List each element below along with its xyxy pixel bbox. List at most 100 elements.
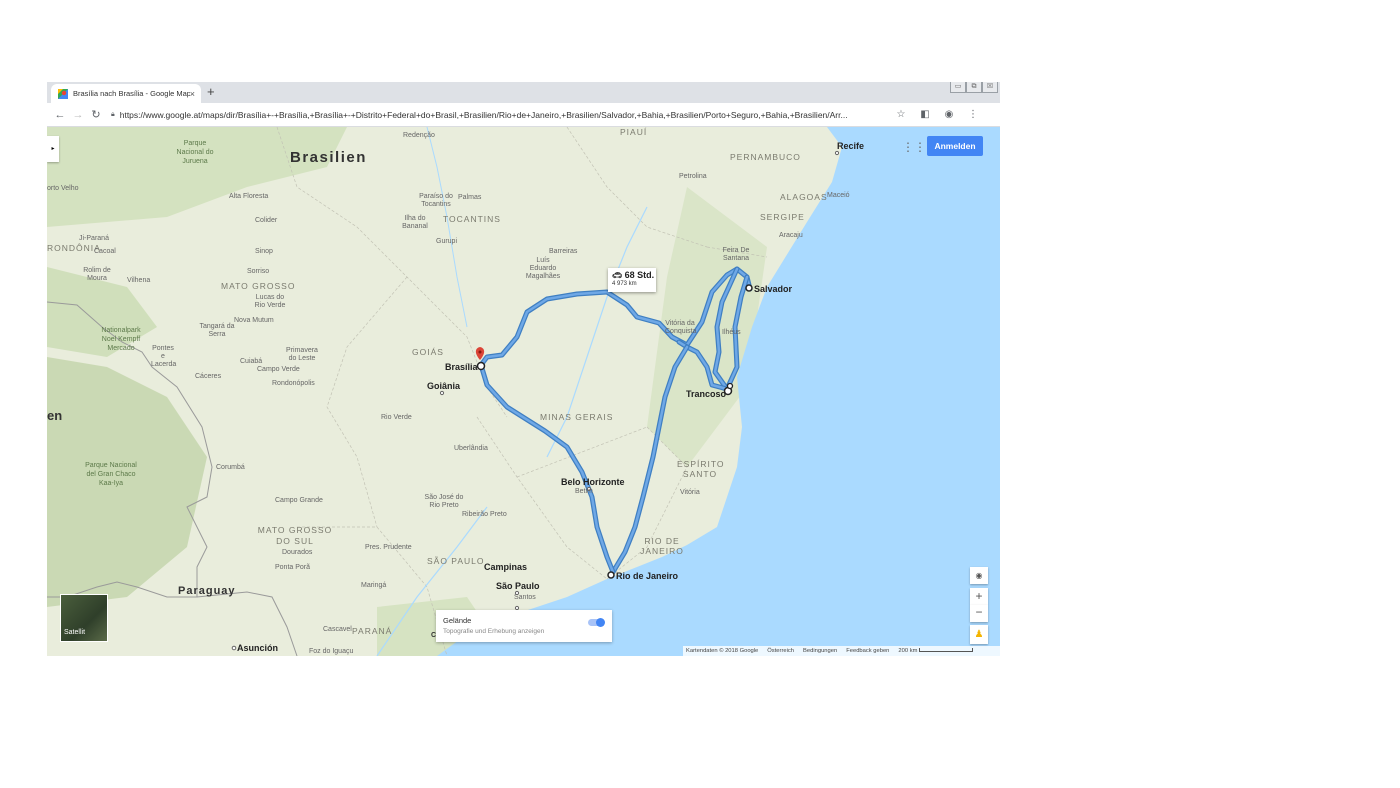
route-duration: 🚗︎ 68 Std. [612, 270, 656, 280]
city-label-dourados: Dourados [282, 549, 313, 556]
stop-brasilia-marker [476, 361, 486, 371]
window-controls: ▭ ⧉ ☒ [950, 82, 998, 93]
city-label-vitoria-conquista: Vitória da Conquista [665, 320, 697, 335]
city-label-pres-prudente: Pres. Prudente [365, 544, 412, 551]
stop-rio-marker [607, 571, 615, 579]
state-label-piaui: PIAUÍ [620, 127, 648, 137]
restore-window-icon[interactable]: ⧉ [966, 82, 982, 93]
city-label-rondonopolis: Rondonópolis [272, 380, 315, 387]
browser-window: Brasília nach Brasília - Google Maps × +… [47, 82, 1000, 656]
country-label-brazil: Brasilien [290, 149, 367, 166]
country-label-paraguay: Paraguay [178, 585, 236, 597]
my-location-icon[interactable]: ◉ [970, 567, 988, 584]
city-label-recife: Recife [837, 141, 865, 151]
city-label-tangara: Tangará da Serra [199, 323, 235, 338]
city-label-paraiso: Paraíso do Tocantins [419, 193, 453, 208]
footer-feedback-link[interactable]: Feedback geben [846, 648, 889, 654]
duration-value: 68 Std. [624, 270, 655, 280]
stop-trancoso-marker-2 [726, 382, 734, 390]
extension-icon[interactable]: ◧ [913, 109, 937, 120]
city-label-aracaju: Aracaju [779, 232, 803, 239]
city-label-ribeirao: Ribeirão Preto [462, 511, 507, 518]
city-label-cascavel: Cascavel [323, 626, 352, 633]
footer-terms-link[interactable]: Bedingungen [803, 648, 837, 654]
city-label-campo-grande: Campo Grande [275, 497, 323, 504]
route-duration-box[interactable]: 🚗︎ 68 Std. 4 973 km [608, 268, 656, 292]
city-label-colider: Colider [255, 217, 278, 224]
city-label-maceio: Maceió [827, 192, 850, 199]
city-label-rolim: Rolim de Moura [83, 267, 111, 282]
reload-icon[interactable]: ↻ [87, 108, 105, 121]
city-label-salvador: Salvador [754, 284, 793, 294]
menu-kebab-icon[interactable]: ⋮ [961, 109, 985, 120]
terrain-subtitle: Topografie und Erhebung anzeigen [443, 628, 545, 635]
tab-close-icon[interactable]: × [190, 89, 195, 99]
forward-arrow-icon[interactable]: → [69, 109, 87, 121]
address-toolbar: ← → ↻ 🔒︎ https://www.google.at/maps/dir/… [47, 103, 1000, 127]
map-base-svg [47, 127, 1000, 656]
terrain-title: Gelände [443, 616, 472, 625]
state-label-pernambuco: PERNAMBUCO [730, 152, 801, 162]
city-label-campinas: Campinas [484, 562, 528, 572]
address-bar[interactable]: 🔒︎ https://www.google.at/maps/dir/Brasíl… [111, 106, 881, 123]
city-label-luis-eduardo: Luís Eduardo Magalhães [525, 257, 561, 280]
pegman-street-view-icon[interactable]: ♟ [970, 625, 988, 644]
city-label-barreiras: Barreiras [549, 248, 578, 255]
city-label-alta-floresta: Alta Floresta [229, 193, 269, 200]
park-label-noel-kempff: Nationalpark Noel Kempff Mercado [101, 327, 141, 352]
expand-sidepanel-icon[interactable]: ▸ [47, 136, 59, 162]
zoom-out-button[interactable]: − [970, 605, 988, 622]
city-label-campo-verde: Campo Verde [257, 366, 300, 373]
bookmark-star-icon[interactable]: ☆ [889, 109, 913, 120]
map-canvas[interactable]: ▸ Brasilien Paraguay en PIAUÍ PERNAMBUCO… [47, 127, 1000, 656]
scale-label: 200 km [898, 648, 918, 654]
zoom-in-button[interactable]: + [970, 588, 988, 605]
city-label-trancoso: Trancoso [686, 389, 727, 399]
city-label-brasilia: Brasília [445, 362, 478, 372]
city-label-cacoal: Cacoal [94, 248, 116, 255]
state-label-espirito-santo: ESPÍRITO SANTO [677, 459, 725, 479]
city-label-maringa: Maringá [361, 582, 387, 589]
city-label-caceres: Cáceres [195, 373, 222, 380]
city-label-sao-jose: São José do Rio Preto [424, 494, 464, 509]
signin-button[interactable]: Anmelden [927, 136, 983, 156]
terrain-layer-card[interactable]: Gelände Topografie und Erhebung anzeigen [436, 610, 612, 642]
back-arrow-icon[interactable]: ← [51, 109, 69, 121]
browser-tab[interactable]: Brasília nach Brasília - Google Maps × [51, 84, 201, 103]
state-label-parana: PARANÁ [352, 626, 393, 636]
route-brasilia-rio-inner [479, 363, 615, 574]
city-label-ji-parana: Ji-Paraná [79, 235, 109, 242]
city-label-pontes: Pontes e Lacerda [151, 345, 177, 368]
state-label-tocantins: TOCANTINS [443, 214, 501, 224]
scale-bar [919, 648, 974, 653]
park-label-gran-chaco: Parque Nacional del Gran Chaco Kaa-Iya [85, 462, 137, 487]
state-label-mato-grosso-do-sul: MATO GROSSO DO SUL [257, 525, 333, 546]
city-label-sorriso: Sorriso [247, 268, 270, 275]
minimize-window-icon[interactable]: ▭ [950, 82, 966, 93]
map-scale[interactable]: 200 km [898, 648, 974, 654]
city-label-lucas: Lucas do Rio Verde [254, 294, 286, 309]
city-label-gurupi: Gurupi [436, 238, 458, 245]
city-label-sao-paulo: São Paulo [496, 581, 540, 591]
city-label-redencao: Redenção [403, 132, 435, 139]
satellite-layer-toggle[interactable]: Satellit [60, 594, 108, 642]
city-label-ilheus: Ilhéus [722, 329, 741, 336]
google-maps-favicon-icon [58, 88, 68, 99]
city-label-foz: Foz do Iguaçu [309, 648, 354, 655]
lock-icon: 🔒︎ [111, 110, 115, 118]
account-icon[interactable]: ◉ [937, 109, 961, 120]
new-tab-button[interactable]: + [207, 84, 215, 99]
state-label-mato-grosso: MATO GROSSO [221, 281, 296, 291]
city-label-primavera: Primavera do Leste [286, 347, 318, 362]
state-label-sao-paulo: SÃO PAULO [427, 556, 485, 566]
state-label-sergipe: SERGIPE [760, 212, 805, 222]
city-label-goiania: Goiânia [427, 381, 461, 391]
state-label-goias: GOIÁS [412, 347, 444, 357]
state-label-alagoas: ALAGOAS [780, 192, 828, 202]
terrain-toggle-switch[interactable] [588, 617, 605, 627]
close-window-icon[interactable]: ☒ [982, 82, 998, 93]
footer-region-link[interactable]: Österreich [767, 648, 794, 654]
satellite-label: Satellit [64, 629, 86, 636]
city-label-betim: Betim [575, 488, 593, 495]
city-label-nova-mutum: Nova Mutum [234, 317, 274, 324]
